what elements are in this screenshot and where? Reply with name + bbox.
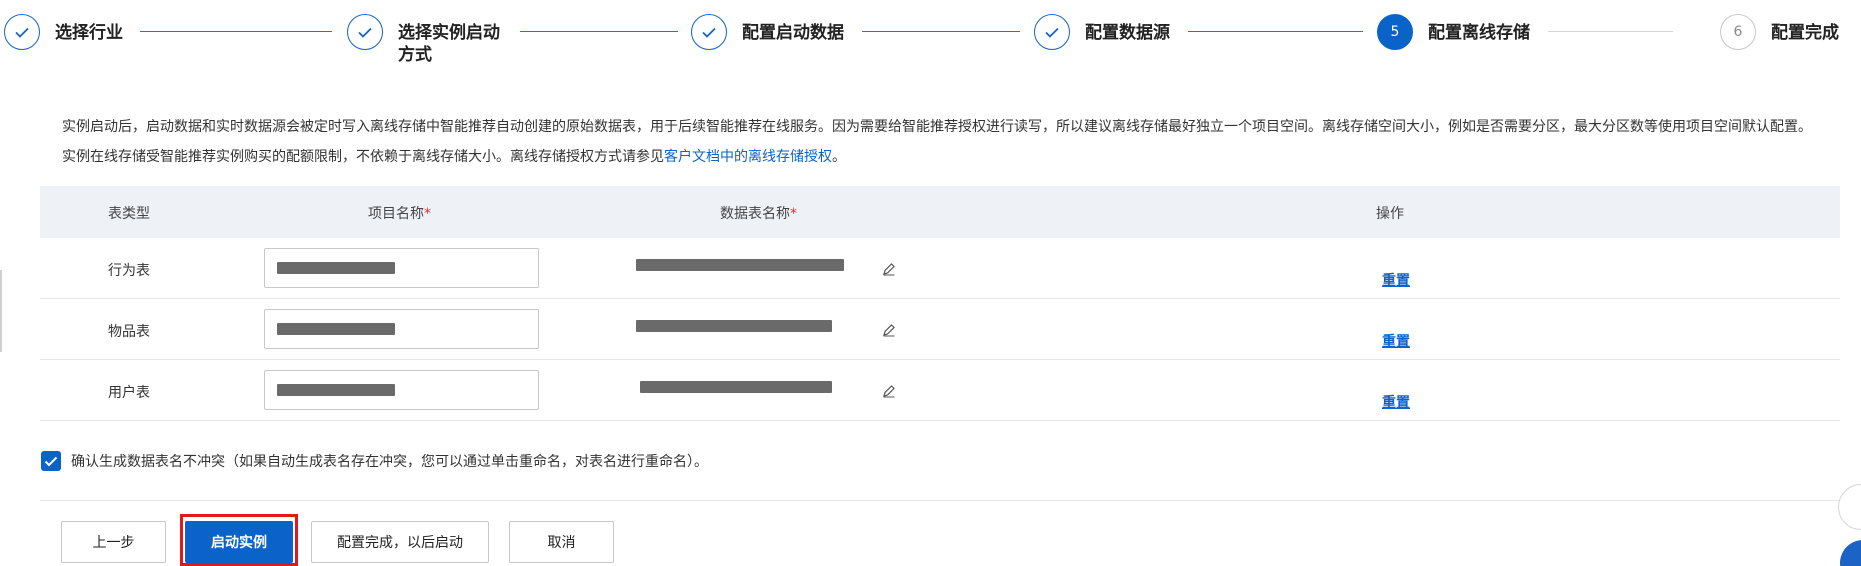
masked-value — [277, 262, 395, 274]
edit-icon[interactable] — [882, 323, 896, 337]
project-name-input[interactable] — [264, 309, 539, 349]
divider — [40, 500, 1840, 501]
step-2-check-icon — [347, 14, 383, 50]
step-3-label: 配置启动数据 — [742, 23, 844, 43]
masked-value — [636, 320, 832, 332]
row-type: 行为表 — [108, 263, 150, 279]
description-suffix: 。 — [832, 149, 846, 165]
help-float-button[interactable] — [1840, 540, 1861, 566]
step-4-label: 配置数据源 — [1085, 23, 1170, 43]
step-3-check-icon — [691, 14, 727, 50]
table-name-value — [636, 258, 846, 272]
highlight-box — [180, 514, 298, 566]
reset-link[interactable]: 重置 — [1382, 392, 1410, 412]
step-6-number: 6 — [1720, 14, 1756, 50]
step-connector — [862, 31, 1020, 32]
feedback-float-button[interactable] — [1838, 484, 1861, 530]
side-scroll-tab — [0, 270, 2, 352]
step-connector — [1188, 31, 1363, 32]
header-table-name: 数据表名称* — [720, 203, 797, 223]
masked-value — [636, 259, 844, 271]
table-header: 表类型 项目名称* 数据表名称* 操作 — [40, 186, 1840, 238]
edit-icon[interactable] — [882, 384, 896, 398]
step-1-check-icon — [4, 14, 40, 50]
step-4-check-icon — [1034, 14, 1070, 50]
description-text: 实例启动后，启动数据和实时数据源会被定时写入离线存储中智能推荐自动创建的原始数据… — [62, 119, 1812, 165]
step-6-label: 配置完成 — [1771, 23, 1839, 43]
row-type: 用户表 — [108, 385, 150, 401]
config-complete-later-button[interactable]: 配置完成，以后启动 — [311, 521, 489, 563]
edit-icon[interactable] — [882, 262, 896, 276]
confirm-checkbox-row: 确认生成数据表名不冲突（如果自动生成表名存在冲突，您可以通过单击重命名，对表名进… — [41, 451, 708, 471]
cancel-button[interactable]: 取消 — [509, 521, 614, 563]
prev-step-button[interactable]: 上一步 — [61, 521, 166, 563]
step-5-label: 配置离线存储 — [1428, 23, 1530, 43]
project-name-input[interactable] — [264, 370, 539, 410]
reset-link[interactable]: 重置 — [1382, 270, 1410, 290]
table-name-value — [636, 380, 846, 394]
check-icon — [44, 456, 58, 466]
required-mark: * — [790, 206, 797, 222]
header-table-name-label: 数据表名称 — [720, 206, 790, 222]
step-connector — [140, 31, 332, 32]
step-connector — [520, 31, 678, 32]
header-project: 项目名称* — [368, 203, 431, 223]
step-2-label: 选择实例启动方式 — [398, 23, 500, 65]
offline-storage-auth-link[interactable]: 客户文档中的离线存储授权 — [664, 149, 832, 165]
row-type: 物品表 — [108, 324, 150, 340]
masked-value — [277, 384, 395, 396]
header-type: 表类型 — [108, 206, 150, 222]
masked-value — [640, 381, 832, 393]
step-1-label: 选择行业 — [55, 23, 123, 43]
project-name-input[interactable] — [264, 248, 539, 288]
required-mark: * — [424, 206, 431, 222]
confirm-label: 确认生成数据表名不冲突（如果自动生成表名存在冲突，您可以通过单击重命名，对表名进… — [71, 454, 708, 470]
table-row: 用户表 重置 — [40, 360, 1840, 421]
step-connector — [1548, 31, 1673, 32]
reset-link[interactable]: 重置 — [1382, 331, 1410, 351]
header-project-label: 项目名称 — [368, 206, 424, 222]
steps-bar: 选择行业 选择实例启动方式 配置启动数据 配置数据源 5 配置离线存储 6 配置… — [0, 0, 1861, 80]
description: 实例启动后，启动数据和实时数据源会被定时写入离线存储中智能推荐自动创建的原始数据… — [62, 112, 1822, 172]
table-name-value — [636, 319, 846, 333]
confirm-checkbox[interactable] — [41, 451, 61, 471]
table-row: 行为表 重置 — [40, 238, 1840, 299]
step-5-number: 5 — [1377, 14, 1413, 50]
storage-table: 表类型 项目名称* 数据表名称* 操作 行为表 重置 物品表 重置 用户表 重置 — [40, 186, 1840, 421]
masked-value — [277, 323, 395, 335]
table-row: 物品表 重置 — [40, 299, 1840, 360]
header-action: 操作 — [1376, 206, 1404, 222]
